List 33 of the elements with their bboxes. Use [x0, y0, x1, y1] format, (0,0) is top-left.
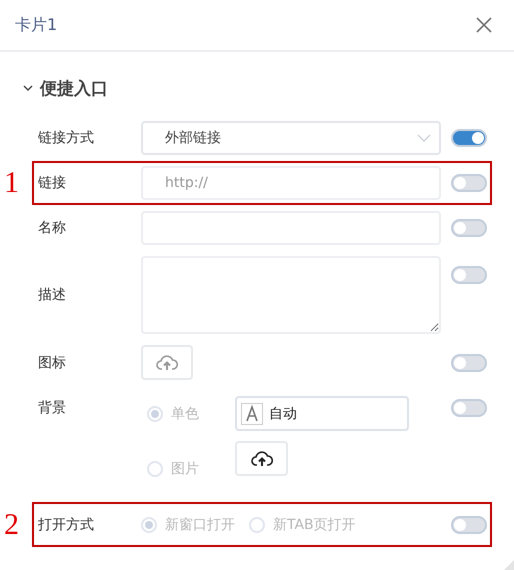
- toggle-switch[interactable]: [451, 219, 487, 237]
- input-field[interactable]: http://: [141, 166, 441, 200]
- toggle-switch[interactable]: [451, 129, 487, 147]
- color-picker[interactable]: 自动: [235, 396, 409, 431]
- field-label: 背景: [38, 399, 67, 417]
- field-label: 链接: [38, 174, 67, 192]
- font-color-icon: [241, 402, 263, 424]
- radio-option[interactable]: 图片: [141, 460, 235, 478]
- link-type-select[interactable]: 外部链接: [141, 121, 441, 155]
- dialog-title: 卡片1: [15, 14, 58, 36]
- field-label: 名称: [38, 219, 67, 237]
- field-label: 图标: [38, 354, 67, 372]
- upload-cloud-icon: [156, 354, 178, 370]
- radio-option[interactable]: 新TAB页打开: [249, 516, 356, 534]
- upload-button[interactable]: [235, 441, 288, 476]
- radio-option[interactable]: 新窗口打开: [141, 516, 235, 534]
- radio-option[interactable]: 单色: [141, 404, 235, 422]
- section-title: 便捷入口: [40, 78, 108, 100]
- field-label: 打开方式: [38, 516, 95, 534]
- upload-cloud-icon: [250, 450, 272, 466]
- resize-grip-icon[interactable]: [504, 560, 514, 570]
- toggle-switch[interactable]: [451, 516, 487, 534]
- chevron-down-icon: [417, 134, 431, 142]
- toggle-switch[interactable]: [451, 174, 487, 192]
- toggle-switch[interactable]: [451, 266, 487, 284]
- field-label: 描述: [38, 286, 67, 304]
- close-button[interactable]: [474, 15, 494, 35]
- toggle-switch[interactable]: [451, 354, 487, 372]
- textarea-field[interactable]: [141, 256, 441, 334]
- annotation-number: 1: [4, 168, 19, 198]
- annotation-number: 2: [4, 510, 19, 540]
- toggle-switch[interactable]: [451, 399, 487, 417]
- field-label: 链接方式: [38, 129, 95, 147]
